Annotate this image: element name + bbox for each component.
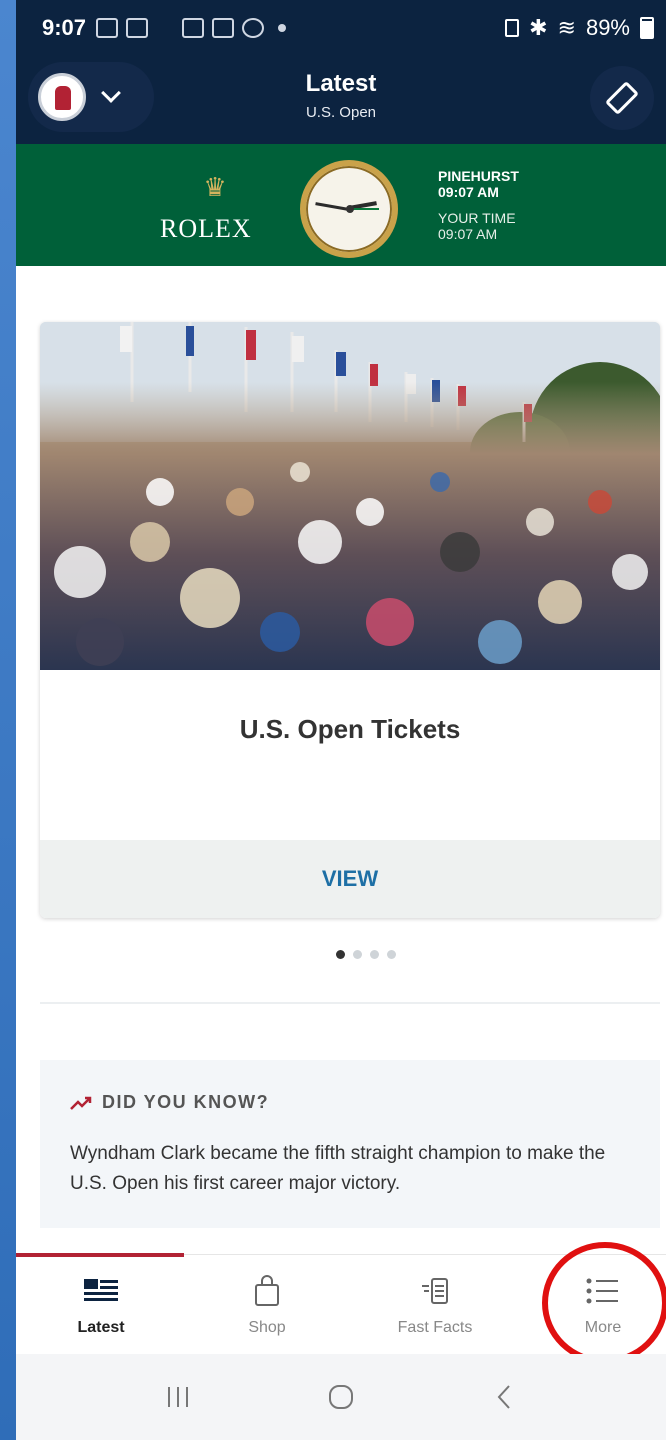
active-tab-indicator (16, 1253, 184, 1257)
tab-fast-facts[interactable]: Fast Facts (370, 1271, 500, 1337)
view-button[interactable]: VIEW (40, 840, 660, 918)
fast-facts-icon (370, 1271, 500, 1311)
status-time: 9:07 (42, 15, 87, 40)
ticket-icon (605, 81, 639, 115)
recent-apps-icon[interactable] (158, 1377, 198, 1417)
header-titles: Latest U.S. Open (16, 70, 666, 121)
tab-latest-label: Latest (77, 1319, 125, 1336)
desktop-background-strip (0, 0, 16, 1440)
message-icon (242, 18, 265, 38)
page-subtitle: U.S. Open (305, 104, 377, 121)
battery-icon (640, 17, 654, 39)
highlight-annotation-circle (542, 1242, 666, 1364)
did-you-know-text: Wyndham Clark became the fifth straight … (70, 1143, 606, 1194)
did-you-know-header: DID YOU KNOW? (70, 1092, 630, 1113)
card-title: U.S. Open Tickets (239, 714, 461, 744)
trend-icon (70, 1096, 92, 1110)
carousel-dot[interactable] (336, 950, 345, 959)
app-notification-icon (126, 18, 149, 38)
rolex-times: PINEHURST 09:07 AM YOUR TIME 09:07 AM (438, 168, 519, 242)
app-header: Latest U.S. Open (16, 56, 666, 144)
tickets-button[interactable] (590, 66, 654, 130)
home-icon[interactable] (321, 1377, 361, 1417)
phone-screen: 9:07 ✱ ≋ 89% Latest U.S. Open ♛ ROLEX PI… (16, 0, 666, 1440)
vibrate-icon (505, 19, 520, 37)
carousel-dot[interactable] (387, 950, 396, 959)
location-time: 09:07 AM (438, 184, 499, 200)
tab-latest[interactable]: Latest (36, 1271, 166, 1337)
rolex-crown-icon: ♛ (203, 172, 227, 202)
rolex-brand: ROLEX (160, 214, 252, 243)
section-divider (40, 1002, 660, 1004)
rolex-clock-icon (300, 160, 398, 258)
mail-icon (212, 18, 235, 38)
news-icon (36, 1271, 166, 1311)
carousel-dots[interactable] (336, 950, 396, 959)
did-you-know-title: DID YOU KNOW? (102, 1092, 270, 1112)
tab-shop-label: Shop (248, 1319, 286, 1336)
tickets-card[interactable]: U.S. Open Tickets VIEW (40, 322, 660, 918)
view-button-label: VIEW (321, 866, 379, 891)
your-time: 09:07 AM (438, 226, 498, 242)
mail-icon (182, 18, 205, 38)
status-right: ✱ ≋ 89% (505, 15, 654, 41)
bluetooth-icon: ✱ (529, 15, 548, 40)
page-title: Latest (305, 70, 377, 97)
back-icon[interactable] (484, 1377, 524, 1417)
linkedin-icon (96, 18, 119, 38)
notification-icons (96, 18, 287, 38)
font-icon (156, 18, 174, 38)
battery-percent: 89% (585, 15, 630, 40)
rolex-banner[interactable]: ♛ ROLEX PINEHURST 09:07 AM YOUR TIME 09:… (16, 144, 666, 266)
crowd-photo (40, 322, 660, 670)
carousel-dot[interactable] (353, 950, 362, 959)
shopping-bag-icon (202, 1271, 332, 1311)
tab-fast-facts-label: Fast Facts (397, 1319, 473, 1336)
carousel-dot[interactable] (370, 950, 379, 959)
status-bar: 9:07 ✱ ≋ 89% (16, 0, 666, 56)
did-you-know-card: DID YOU KNOW? Wyndham Clark became the f… (40, 1060, 660, 1228)
more-notifications-dot-icon (278, 24, 287, 32)
wifi-signal-icon: ≋ (557, 15, 576, 40)
system-navigation-bar (16, 1354, 666, 1440)
tab-shop[interactable]: Shop (202, 1271, 332, 1337)
location-label: PINEHURST (438, 168, 519, 184)
your-time-label: YOUR TIME (438, 210, 516, 226)
